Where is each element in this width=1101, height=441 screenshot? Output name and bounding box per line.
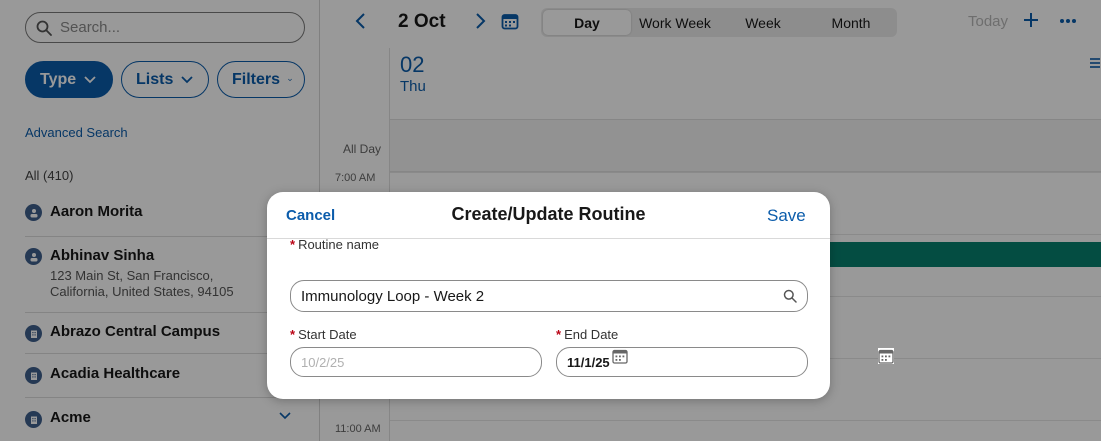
routine-name-field[interactable]: Immunology Loop - Week 2 (290, 280, 808, 312)
search-icon (783, 289, 797, 303)
cancel-button[interactable]: Cancel (286, 207, 335, 224)
end-date-field[interactable]: 11/1/25 (556, 347, 894, 377)
dialog-title: Create/Update Routine (451, 204, 646, 224)
calendar-icon[interactable] (878, 348, 894, 364)
end-date-label-text: End Date (564, 327, 619, 342)
start-date-field[interactable]: 10/2/25 (290, 347, 628, 377)
required-marker: * (290, 327, 296, 342)
routine-name-label: * Routine name (290, 237, 379, 252)
routine-name-label-text: Routine name (298, 237, 380, 252)
start-date-label: * Start Date (290, 327, 357, 342)
required-marker: * (290, 237, 296, 252)
end-date-value: 11/1/25 (567, 354, 610, 370)
end-date-label: * End Date (556, 327, 618, 342)
save-button[interactable]: Save (767, 206, 806, 226)
routine-dialog: Create/Update Routine Cancel Save * Routi… (267, 192, 894, 399)
start-date-value: 10/2/25 (301, 354, 345, 370)
required-marker: * (556, 327, 562, 342)
routine-name-value: Immunology Loop - Week 2 (301, 287, 485, 305)
app-window: Search... Type Lists Filters Advanced Se… (0, 0, 1101, 441)
start-date-label-text: Start Date (298, 327, 357, 342)
